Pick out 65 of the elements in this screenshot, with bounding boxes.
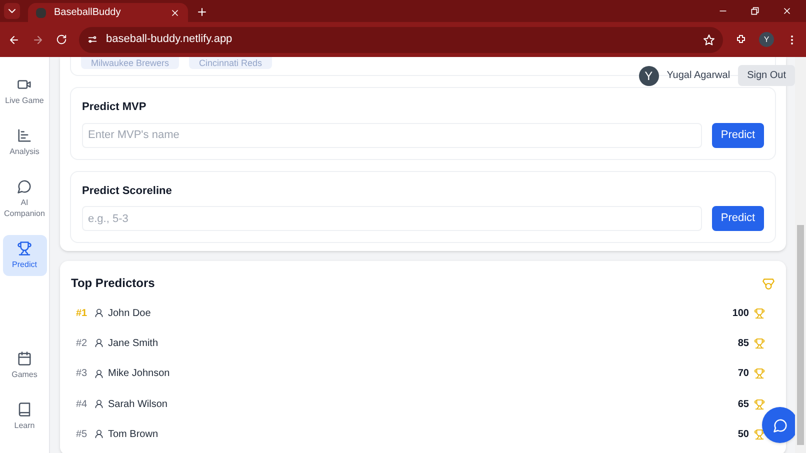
bookmark-star-icon [703,34,715,46]
predictor-name: Mike Johnson [108,367,171,382]
user-name: Yugal Agarwal [666,69,730,83]
browser-tab[interactable]: BaseballBuddy [28,3,188,22]
predictor-name: Jane Smith [108,336,160,351]
person-icon [94,368,104,379]
scrollbar[interactable] [795,57,806,453]
text-field[interactable]: Enter MVP's name [82,122,702,148]
predict-button[interactable]: Predict [712,206,764,231]
trophy-icon [17,241,32,256]
close-icon[interactable] [782,6,792,16]
rank-number: #5 [76,428,88,442]
sidebar-item[interactable]: Predict [2,235,46,276]
person-icon [94,308,104,318]
puzzle-piece-icon [735,34,747,46]
medal-icon [762,276,775,290]
site-favicon [36,8,46,18]
forward-arrow-icon [32,34,44,46]
sidebar-item[interactable]: Learn [2,396,46,437]
sidebar-item[interactable]: Games [2,345,46,386]
predictor-name: John Doe [108,306,152,321]
video-camera-icon [17,77,32,92]
predict-button[interactable]: Predict [712,122,764,148]
tab-list-button[interactable] [4,3,20,19]
trophy-icon [754,368,765,380]
points: 100 [732,306,749,321]
predictor-name: Sarah Wilson [108,398,168,412]
card-title: Top Predictors [71,275,155,292]
points: 85 [738,336,749,351]
chat-bubble-icon [17,179,32,194]
card-title: Predict Scoreline [82,184,173,198]
trophy-icon [754,338,765,349]
back-arrow-icon [8,34,20,46]
person-icon [94,338,104,348]
predictor-name: Tom Brown [108,428,160,442]
chat-bubble-icon [772,418,788,432]
rank-number: #2 [76,336,88,351]
points: 65 [738,398,749,412]
points: 50 [738,428,749,442]
card-title: Predict MVP [82,100,148,115]
profile-avatar[interactable]: Y [759,32,774,47]
bar-chart-icon [17,128,32,143]
sidebar-item[interactable]: Analysis [2,122,46,163]
sign-out-button[interactable]: Sign Out [738,65,795,86]
restore-icon[interactable] [750,6,760,16]
new-tab-icon[interactable] [196,6,208,18]
person-icon [94,399,104,410]
text-field[interactable]: e.g., 5-3 [82,206,702,231]
trophy-icon [754,428,765,440]
address-bar[interactable]: baseball-buddy.netlify.app [79,26,723,52]
sidebar-item[interactable]: Live Game [2,71,46,112]
rank-number: #4 [76,398,88,412]
calendar-icon [17,351,32,366]
sidebar-item[interactable]: AI Companion [2,173,46,225]
url-text: baseball-buddy.netlify.app [106,32,234,48]
rank-number: #1 [76,306,88,321]
trophy-icon [754,398,765,410]
reload-icon [56,34,67,45]
points: 70 [738,367,749,382]
trophy-icon [754,308,765,319]
close-icon[interactable] [170,8,180,18]
person-icon [94,429,104,440]
rank-number: #3 [76,367,88,382]
site-settings-icon [87,34,98,45]
book-icon [17,402,32,417]
